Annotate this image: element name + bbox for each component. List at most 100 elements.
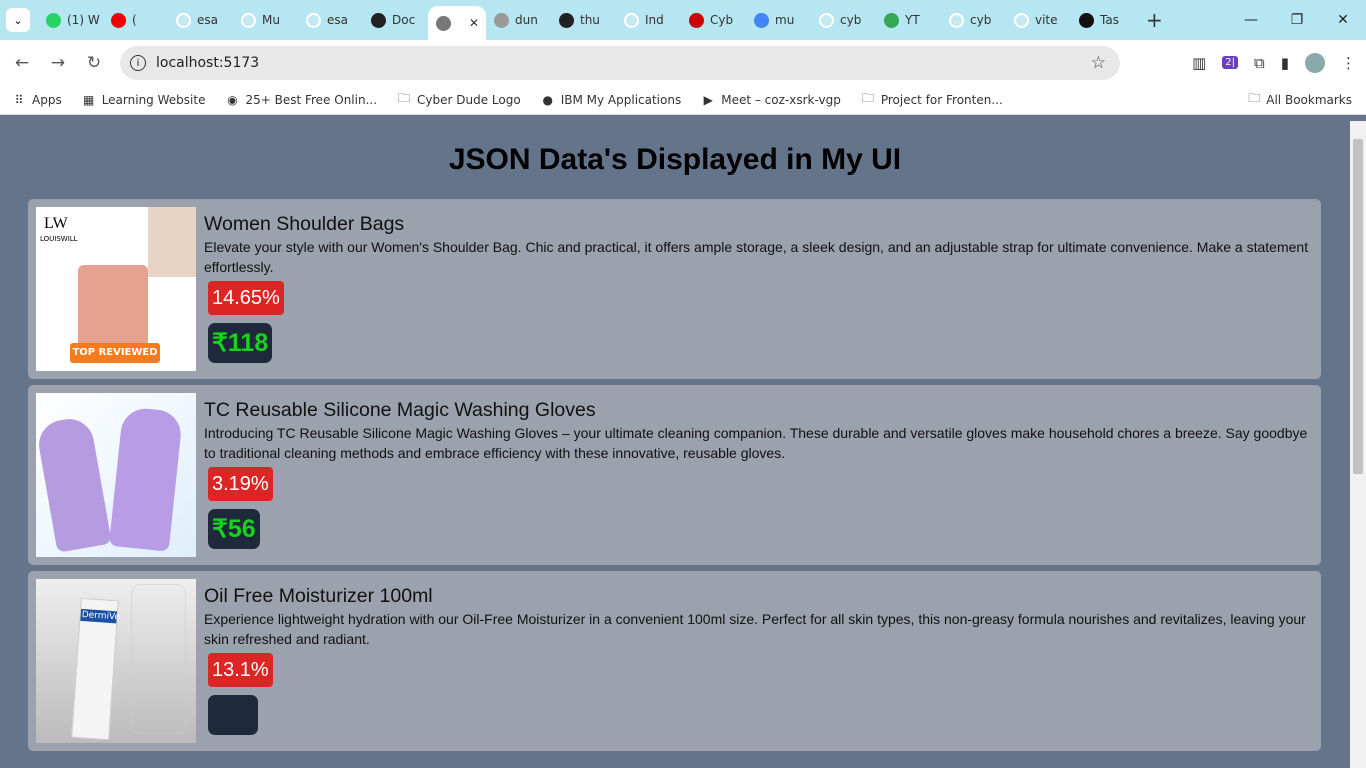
bookmark-item[interactable]: ◉ 25+ Best Free Onlin... (225, 93, 377, 107)
bookmark-label: Project for Fronten... (880, 92, 1003, 107)
browser-tab[interactable]: mu (746, 0, 811, 40)
browser-tab[interactable]: thu (551, 0, 616, 40)
url-text[interactable]: localhost:5173 (156, 55, 259, 71)
new-tab-button[interactable]: + (1146, 8, 1163, 32)
globe-icon (494, 12, 509, 28)
tab-label: cyb (840, 13, 862, 27)
bookmark-item[interactable]: 🗀 Cyber Dude Logo (397, 91, 521, 107)
browser-toolbar: ← → ↻ i localhost:5173 ☆ ▥ 2| ⧉ ▮ ⋮ (0, 40, 1366, 85)
bookmark-label: Meet – coz-xsrk-vgp (721, 92, 841, 107)
tab-label: vite (1035, 13, 1058, 27)
bookmark-item[interactable]: ⠿ Apps (12, 93, 62, 107)
browser-tab[interactable]: ✕ (428, 6, 486, 40)
meet-icon: ▶ (703, 92, 713, 107)
scrollbar-thumb[interactable] (1353, 139, 1363, 474)
tab-strip: ⌄ (1) W (esa Mu esa Doc ✕ dun thu Ind Cyb mu cyb YT c… (0, 0, 1366, 40)
browser-tab[interactable]: Ind (616, 0, 681, 40)
product-image (36, 393, 196, 557)
close-window-button[interactable]: ✕ (1320, 0, 1366, 40)
target-icon (689, 12, 704, 28)
minimize-button[interactable]: — (1228, 0, 1274, 40)
tab-label: esa (197, 13, 218, 27)
product-card: TC Reusable Silicone Magic Washing Glove… (28, 385, 1321, 565)
bookmark-item[interactable]: ● IBM My Applications (541, 92, 681, 107)
browser-tab[interactable]: Doc (363, 0, 428, 40)
tab-label: thu (580, 13, 600, 27)
browser-tab[interactable]: ( (103, 0, 168, 40)
product-description: Introducing TC Reusable Silicone Magic W… (204, 425, 1308, 461)
bookmark-item[interactable]: 🗀 Project for Fronten... (861, 91, 1003, 107)
tab-label: Mu (262, 13, 280, 27)
browser-tab[interactable]: Cyb (681, 0, 746, 40)
bookmark-star-icon[interactable]: ☆ (1091, 53, 1106, 73)
product-image: DermiVe (36, 579, 196, 743)
price-badge: ₹118 (208, 323, 273, 363)
bookmark-item[interactable]: ▦ Learning Website (82, 93, 205, 107)
price-badge (208, 695, 258, 735)
browser-tab[interactable]: vite (1006, 0, 1071, 40)
globe-icon: ● (542, 92, 553, 107)
product-title: Women Shoulder Bags (204, 213, 405, 235)
browser-tab[interactable]: YT (876, 0, 941, 40)
bookmark-label: 25+ Best Free Onlin... (245, 92, 378, 107)
youtube-icon (111, 12, 126, 28)
product-title: TC Reusable Silicone Magic Washing Glove… (204, 399, 596, 421)
product-image: LW LOUISWILL TOP REVIEWED (36, 207, 196, 371)
tab-label: (1) W (67, 13, 100, 27)
bookmark-label: Apps (32, 92, 62, 107)
avatar[interactable] (1305, 52, 1325, 73)
browser-tab[interactable]: esa (168, 0, 233, 40)
page-title: JSON Data's Displayed in My UI (448, 143, 902, 176)
all-bookmarks-label: All Bookmarks (1266, 92, 1352, 107)
record-icon (559, 12, 574, 28)
price-badge: ₹56 (208, 509, 260, 549)
tab-label: mu (775, 13, 795, 27)
discount-badge: 13.1% (208, 653, 273, 687)
product-description: Experience lightweight hydration with ou… (204, 611, 1306, 647)
github-icon (624, 12, 639, 28)
side-panel-icon[interactable]: ▮ (1281, 54, 1289, 72)
browser-tab[interactable]: cyb (811, 0, 876, 40)
bookmark-item[interactable]: ▶ Meet – coz-xsrk-vgp (701, 93, 841, 107)
forward-button[interactable]: → (40, 53, 76, 73)
browser-tab[interactable]: Tas (1071, 0, 1136, 40)
github-icon (1079, 12, 1094, 28)
browser-tab[interactable]: Mu (233, 0, 298, 40)
folder-icon: 🗀 (1248, 91, 1261, 105)
close-tab-icon[interactable]: ✕ (469, 16, 479, 30)
discount-badge: 3.19% (208, 467, 273, 501)
tab-label: dun (515, 13, 538, 27)
product-card: LW LOUISWILL TOP REVIEWED Women Shoulder B… (28, 199, 1321, 379)
page-content: JSON Data's Displayed in My UI LW LOUISWI… (0, 121, 1350, 761)
browser-tab[interactable]: (1) W (38, 0, 103, 40)
extension-icon[interactable]: ▥ (1192, 54, 1206, 72)
restore-button[interactable]: ❐ (1274, 0, 1320, 40)
browser-tab[interactable]: dun (486, 0, 551, 40)
google-icon (754, 12, 769, 28)
scrollbar[interactable] (1350, 121, 1366, 768)
browser-tab[interactable]: cyb (941, 0, 1006, 40)
github-icon (241, 12, 256, 28)
github-icon (819, 12, 834, 28)
folder-icon: 🗀 (861, 91, 874, 105)
tab-label: Cyb (710, 13, 734, 27)
site-icon: ◉ (227, 92, 238, 107)
product-title: Oil Free Moisturizer 100ml (204, 585, 433, 607)
menu-kebab-icon[interactable]: ⋮ (1341, 54, 1356, 72)
globe-icon (436, 15, 451, 31)
record-icon (371, 12, 386, 28)
tab-label: Ind (645, 13, 664, 27)
browser-tab[interactable]: esa (298, 0, 363, 40)
tab-label: esa (327, 13, 348, 27)
github-icon (949, 12, 964, 28)
reload-button[interactable]: ↻ (76, 53, 112, 73)
address-bar[interactable]: i localhost:5173 ☆ (120, 46, 1120, 80)
tab-search-button[interactable]: ⌄ (6, 8, 30, 32)
tab-label: Doc (392, 13, 416, 27)
extension-icon[interactable]: 2| (1222, 56, 1239, 69)
all-bookmarks-button[interactable]: 🗀 All Bookmarks (1248, 89, 1352, 110)
site-info-icon[interactable]: i (130, 55, 146, 71)
github-icon (1014, 12, 1029, 28)
extensions-puzzle-icon[interactable]: ⧉ (1254, 54, 1265, 72)
back-button[interactable]: ← (4, 53, 40, 73)
